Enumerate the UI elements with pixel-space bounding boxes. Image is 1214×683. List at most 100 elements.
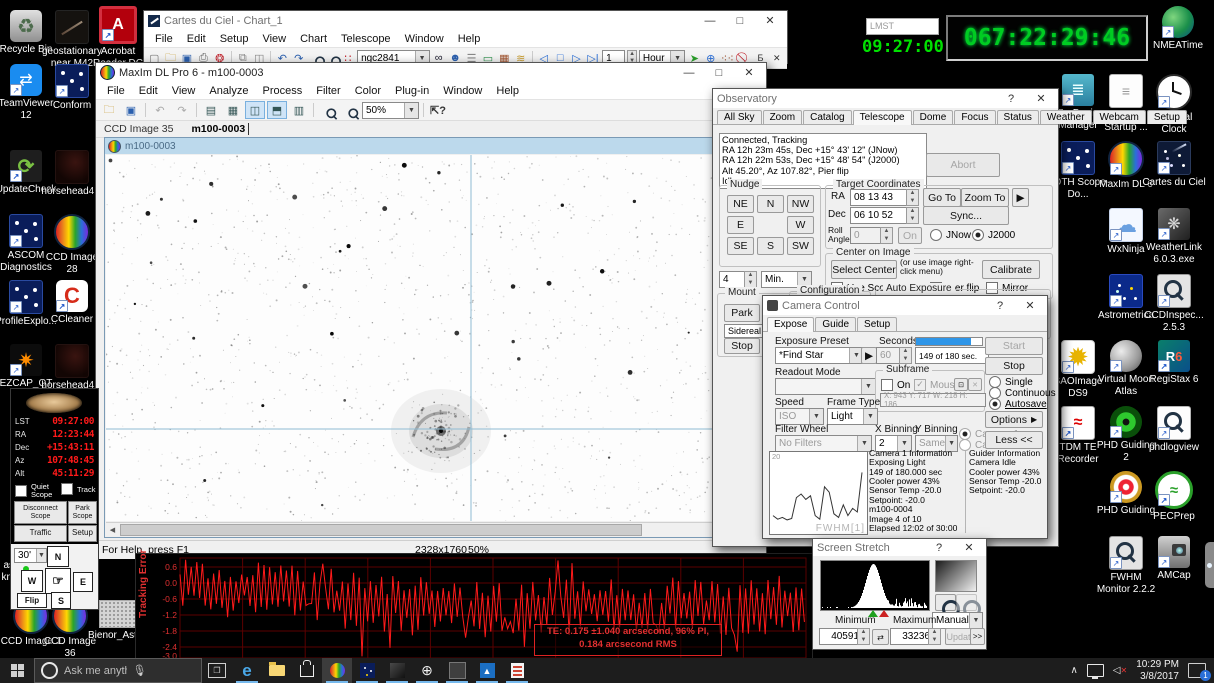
subframe-pick-icon[interactable]: ⊡ [954, 378, 968, 391]
stop-button[interactable]: Stop [985, 357, 1043, 375]
stop-tracking-button[interactable]: Stop [724, 338, 760, 354]
stretch-close-icon[interactable]: ✕ [956, 539, 982, 556]
cartes-titlebar[interactable]: Cartes du Ciel - Chart_1 — □ ✕ [144, 11, 787, 30]
filter-wheel-select[interactable]: No Filters▼ [775, 435, 872, 452]
roll-spinner[interactable]: ▲▼ [880, 227, 893, 244]
toolbar-close-icon[interactable]: ✕ [770, 49, 784, 67]
desktop-icon-phdlogview[interactable]: ↗phdlogview [1142, 406, 1206, 454]
menu-item-filter[interactable]: Filter [309, 84, 347, 98]
exposure-preset-select[interactable]: *Find Star▼ [775, 347, 864, 364]
target-flyout-icon[interactable]: ▶ [1012, 188, 1029, 207]
taskbar-search[interactable]: Ask me anything 🎙 [34, 658, 202, 683]
desktop-icon-weatherlink-6-0-3-exe[interactable]: ❋↗WeatherLink 6.0.3.exe [1142, 208, 1206, 265]
j2000-radio[interactable]: J2000 [972, 229, 1015, 241]
tab-dome[interactable]: Dome [913, 110, 954, 124]
menu-item-window[interactable]: Window [436, 84, 489, 98]
menu-item-edit[interactable]: Edit [180, 32, 213, 46]
menu-item-analyze[interactable]: Analyze [202, 84, 255, 98]
info-window-icon[interactable]: ◫ [245, 101, 265, 119]
maximum-spinner[interactable]: ▲▼ [928, 628, 941, 645]
calibrate-button[interactable]: Calibrate [982, 260, 1040, 279]
nudge-s-button[interactable]: S [757, 237, 784, 255]
desktop-icon-ccdinspec-2-5-3[interactable]: ↗CCDInspec... 2.5.3 [1142, 274, 1206, 333]
nudge-south-button[interactable]: S [51, 592, 71, 609]
taskbar-photos-app[interactable]: ▲ [472, 658, 502, 683]
taskbar-explorer[interactable] [262, 658, 292, 683]
more-button[interactable]: >> [970, 628, 985, 645]
cartes-maximize-icon[interactable]: □ [727, 12, 753, 29]
menu-item-edit[interactable]: Edit [132, 84, 165, 98]
desktop-icon-sidereal-clock[interactable]: ↗Sidereal Clock [1142, 74, 1206, 135]
less-button[interactable]: Less << [985, 431, 1043, 449]
menu-item-file[interactable]: File [148, 32, 180, 46]
park-scope-button[interactable]: Park Scope [68, 501, 97, 524]
track-checkbox[interactable]: Track [61, 483, 95, 495]
menu-item-color[interactable]: Color [348, 84, 388, 98]
menu-item-chart[interactable]: Chart [293, 32, 334, 46]
desktop-icon-nmeatime[interactable]: ↗NMEATime [1146, 6, 1210, 52]
nudge-north-button[interactable]: N [47, 546, 69, 567]
nudge-n-button[interactable]: N [757, 195, 784, 213]
menu-item-setup[interactable]: Setup [213, 32, 256, 46]
stretch-mode-select[interactable]: Manual▼ [932, 612, 983, 629]
nudge-w-button[interactable]: W [787, 216, 814, 234]
maxim-maximize-icon[interactable]: □ [706, 64, 732, 81]
nudge-e-button[interactable]: E [727, 216, 754, 234]
seconds-spinner[interactable]: ▲▼ [899, 347, 912, 364]
tray-chevron-icon[interactable]: ∧ [1070, 665, 1077, 676]
taskbar-edge[interactable]: e [232, 658, 262, 683]
park-button[interactable]: Park [724, 304, 760, 322]
taskbar-clock[interactable]: 10:29 PM 3/8/2017 [1136, 659, 1179, 682]
traffic-button[interactable]: Traffic [14, 525, 67, 542]
screen-stretch-icon[interactable]: ▤ [201, 101, 221, 119]
menu-item-help[interactable]: Help [489, 84, 526, 98]
volume-muted-icon[interactable]: ◁✕ [1113, 665, 1127, 676]
cartes-minimize-icon[interactable]: — [697, 12, 723, 29]
tab-setup[interactable]: Setup [857, 317, 897, 331]
image-titlebar[interactable]: m100-0003 [105, 138, 761, 154]
open-icon[interactable]: 🗀 [99, 101, 119, 119]
nudge-sw-button[interactable]: SW [787, 237, 814, 255]
zoomto-button[interactable]: Zoom To [961, 188, 1009, 207]
swap-icon[interactable]: ⇄ [872, 629, 889, 645]
desktop-icon-pecprep[interactable]: ≈↗PECPrep [1142, 471, 1206, 523]
subframe-clear-icon[interactable]: ✕ [968, 378, 982, 391]
max-marker[interactable] [879, 610, 889, 617]
tab-catalog[interactable]: Catalog [803, 110, 851, 124]
menu-item-help[interactable]: Help [451, 32, 488, 46]
target-dec-input[interactable]: 06 10 52 [850, 207, 912, 224]
taskbar-ascom[interactable] [352, 658, 382, 683]
zoom-out-icon[interactable] [345, 105, 356, 115]
undo-icon[interactable]: ↶ [150, 101, 170, 119]
sync-button[interactable]: Sync... [923, 206, 1009, 225]
histogram-icon[interactable]: ▦ [223, 101, 243, 119]
observatory-help-icon[interactable]: ? [998, 90, 1024, 107]
taskbar-red-doc-app[interactable] [502, 658, 532, 683]
quiet-scope-checkbox[interactable]: Quiet Scope [15, 483, 55, 498]
speed-select[interactable]: ISO▼ [775, 408, 824, 425]
observatory-close-icon[interactable]: ✕ [1028, 90, 1054, 107]
zoom-level-select[interactable]: 50%▼ [362, 102, 419, 119]
disconnect-scope-button[interactable]: Disconnect Scope [14, 501, 67, 524]
maxim-close-icon[interactable]: ✕ [736, 64, 762, 81]
taskbar-gray-app[interactable] [442, 658, 472, 683]
redo-icon[interactable]: ↷ [172, 101, 192, 119]
tab-all-sky[interactable]: All Sky [717, 110, 762, 124]
start-button[interactable] [0, 658, 34, 683]
observatory-titlebar[interactable]: Observatory ? ✕ [713, 89, 1058, 108]
readout-mode-select[interactable]: ▼ [775, 378, 876, 395]
desktop-icon-amcap[interactable]: ↗AMCap [1142, 536, 1206, 582]
tab-status[interactable]: Status [997, 110, 1039, 124]
nudge-amount-spinner[interactable]: ▲▼ [744, 271, 757, 288]
tab-ccd-image-35[interactable]: CCD Image 35 [104, 123, 173, 135]
tab-expose[interactable]: Expose [767, 317, 814, 332]
ra-spinner[interactable]: ▲▼ [906, 189, 919, 206]
task-view-button[interactable]: ❐ [202, 658, 232, 683]
autosave-radio[interactable]: Autosave [989, 398, 1047, 410]
pointer-button[interactable]: ☞ [45, 568, 71, 594]
frame-type-select[interactable]: Light▼ [827, 408, 878, 425]
tab-telescope[interactable]: Telescope [853, 110, 912, 125]
tab-webcam[interactable]: Webcam [1093, 110, 1146, 124]
jnow-radio[interactable]: JNow [930, 229, 971, 241]
roll-on-button[interactable]: On [898, 227, 922, 244]
